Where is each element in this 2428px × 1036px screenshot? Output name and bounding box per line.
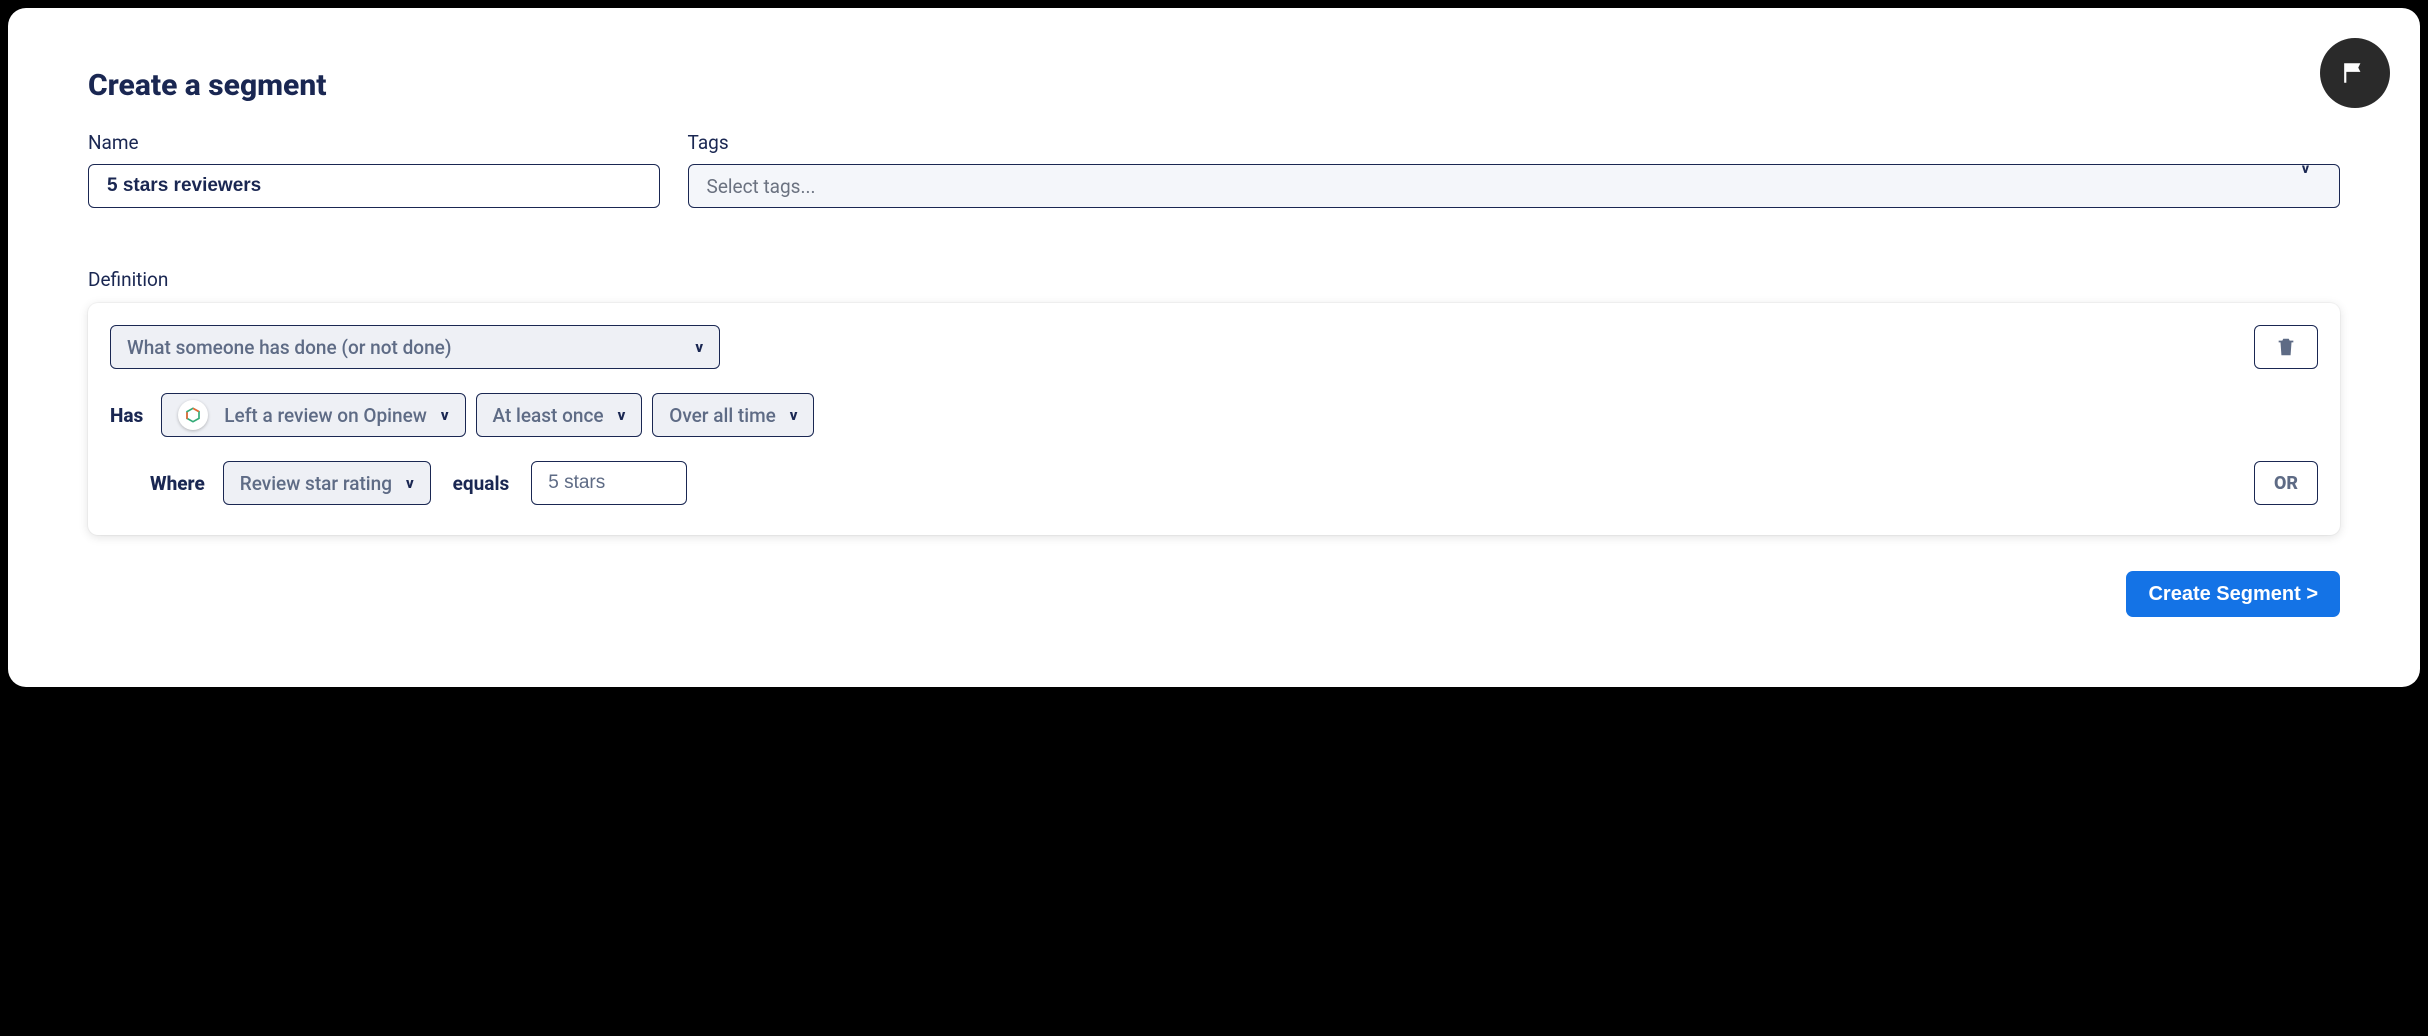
has-label: Has: [110, 404, 143, 427]
trash-icon: [2275, 336, 2297, 358]
or-button[interactable]: OR: [2254, 461, 2318, 505]
property-value: Review star rating: [240, 472, 392, 495]
create-segment-button[interactable]: Create Segment >: [2126, 571, 2340, 617]
tags-placeholder: Select tags...: [707, 175, 816, 198]
help-floating-button[interactable]: [2320, 38, 2390, 108]
opinew-icon: [178, 400, 208, 430]
timeframe-value: Over all time: [669, 404, 776, 427]
property-select[interactable]: Review star rating v: [223, 461, 431, 505]
frequency-value: At least once: [493, 404, 604, 427]
timeframe-select[interactable]: Over all time v: [652, 393, 814, 437]
chevron-down-icon: v: [406, 474, 414, 492]
create-segment-label: Create Segment >: [2148, 583, 2318, 606]
page-title: Create a segment: [88, 68, 2340, 103]
operator-label: equals: [453, 472, 510, 495]
segment-name-input[interactable]: [88, 164, 660, 208]
condition-type-value: What someone has done (or not done): [127, 336, 451, 359]
name-label: Name: [88, 131, 660, 154]
chevron-down-icon: v: [618, 406, 626, 424]
chevron-down-icon: v: [790, 406, 798, 424]
chevron-down-icon: v: [695, 338, 703, 356]
segment-editor-window: Create a segment Name Tags Select tags..…: [8, 8, 2420, 687]
comparison-value-input[interactable]: [531, 461, 687, 505]
delete-condition-button[interactable]: [2254, 325, 2318, 369]
where-label: Where: [150, 472, 205, 495]
frequency-select[interactable]: At least once v: [476, 393, 643, 437]
or-label: OR: [2274, 473, 2298, 494]
tags-label: Tags: [688, 131, 2340, 154]
definition-label: Definition: [88, 268, 2340, 291]
action-value: Left a review on Opinew: [224, 404, 427, 427]
tags-select[interactable]: Select tags... v: [688, 164, 2340, 208]
flag-icon: [2342, 60, 2368, 86]
chevron-down-icon: v: [2302, 161, 2309, 177]
condition-type-select[interactable]: What someone has done (or not done) v: [110, 325, 720, 369]
action-select[interactable]: Left a review on Opinew v: [161, 393, 465, 437]
definition-panel: What someone has done (or not done) v Ha…: [88, 303, 2340, 535]
chevron-down-icon: v: [441, 406, 449, 424]
